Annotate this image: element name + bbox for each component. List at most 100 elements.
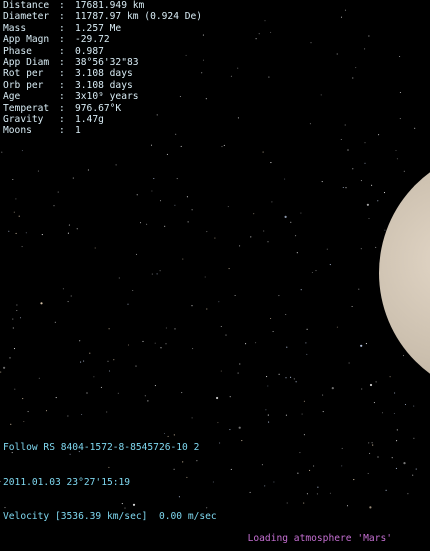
star	[13, 211, 15, 213]
star	[368, 217, 370, 220]
star	[147, 400, 149, 402]
star	[303, 502, 305, 504]
star	[305, 342, 307, 344]
star	[255, 38, 257, 40]
star	[378, 134, 380, 136]
info-row-age: Age:3x10⁹ years	[3, 91, 202, 102]
star	[264, 20, 266, 22]
star	[87, 169, 89, 171]
info-value: 3.108 days	[75, 68, 133, 80]
star	[364, 142, 366, 144]
star	[86, 392, 88, 394]
star	[45, 410, 48, 412]
star	[268, 421, 270, 423]
info-value: 38°56'32"83	[75, 57, 139, 69]
star	[12, 327, 14, 329]
star	[239, 363, 241, 365]
star	[285, 414, 287, 416]
star	[403, 170, 405, 172]
star	[192, 348, 194, 350]
star	[413, 405, 415, 407]
star	[285, 313, 287, 316]
star	[375, 381, 377, 383]
star	[136, 194, 138, 196]
velocity-text: Velocity [3536.39 km/sec] 0.00 m/sec	[3, 510, 217, 522]
star	[313, 465, 315, 467]
star	[306, 353, 308, 355]
star	[399, 118, 401, 120]
star	[83, 360, 85, 362]
star	[40, 302, 43, 305]
star	[375, 246, 377, 248]
info-label: Diameter	[3, 11, 50, 23]
star	[365, 343, 367, 345]
info-label: Phase	[3, 45, 32, 57]
star	[329, 264, 331, 266]
space-viewport[interactable]: Distance:17681.949 km Diameter:11787.97 …	[0, 0, 430, 551]
star	[57, 191, 59, 193]
star	[395, 467, 397, 469]
star	[396, 429, 398, 431]
star	[118, 277, 120, 279]
star	[250, 236, 252, 238]
star	[154, 385, 156, 387]
star	[270, 31, 272, 33]
star	[202, 34, 204, 36]
star	[369, 506, 372, 509]
star	[303, 400, 305, 402]
star	[399, 55, 401, 58]
info-value: 1	[75, 125, 81, 137]
star	[117, 392, 119, 394]
star	[12, 178, 14, 181]
star	[220, 370, 222, 372]
star	[68, 224, 70, 226]
star	[403, 462, 406, 465]
star	[414, 127, 416, 129]
star	[340, 138, 342, 141]
info-label: Orb per	[3, 79, 44, 91]
star	[176, 178, 178, 180]
info-value: -29.72	[75, 34, 110, 46]
star	[27, 411, 29, 413]
star	[89, 352, 91, 354]
star	[238, 426, 241, 429]
star	[342, 186, 344, 189]
star	[202, 59, 205, 61]
star	[228, 268, 230, 270]
star	[413, 437, 415, 439]
star	[290, 376, 292, 378]
star	[220, 325, 222, 328]
star	[391, 457, 393, 459]
star	[93, 376, 95, 378]
star	[249, 491, 251, 493]
star	[18, 215, 20, 217]
star	[216, 396, 219, 400]
star	[341, 447, 343, 449]
star	[191, 417, 193, 419]
info-label: Distance	[3, 0, 50, 11]
star	[278, 373, 280, 375]
star	[154, 342, 156, 344]
star	[317, 486, 319, 488]
star	[385, 489, 387, 491]
star	[358, 288, 360, 290]
star	[67, 301, 69, 303]
star	[21, 246, 23, 248]
star	[329, 492, 331, 494]
star	[295, 381, 297, 383]
star	[371, 184, 373, 186]
star	[267, 241, 269, 243]
star	[315, 270, 317, 272]
star	[326, 248, 328, 250]
info-row-app-diam: App Diam:38°56'32"83	[3, 57, 202, 68]
star	[81, 413, 83, 416]
star	[381, 412, 384, 414]
star	[204, 276, 206, 278]
star	[165, 343, 167, 345]
star	[396, 158, 398, 160]
info-row-mass: Mass:1.257 Me	[3, 23, 202, 34]
info-row-distance: Distance:17681.949 km	[3, 0, 202, 11]
star	[268, 76, 270, 78]
star	[174, 204, 176, 206]
star	[353, 479, 355, 481]
